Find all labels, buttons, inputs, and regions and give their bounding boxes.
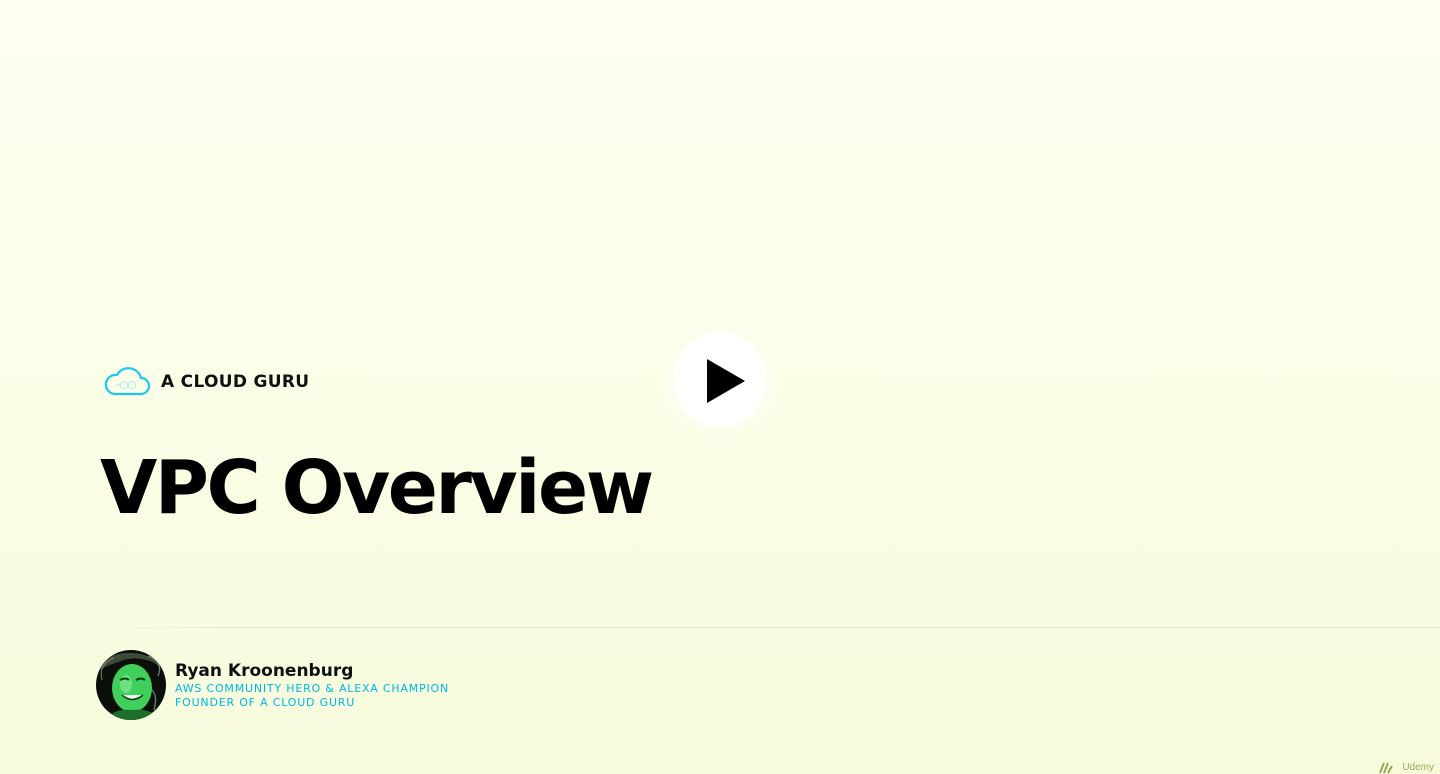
udemy-logo-icon [1379, 762, 1394, 774]
presenter-info: Ryan Kroonenburg AWS COMMUNITY HERO & AL… [96, 650, 449, 720]
brand-name: A CLOUD GURU [161, 372, 310, 392]
udemy-watermark: Udemy [1378, 760, 1434, 774]
presenter-role-line-1: AWS COMMUNITY HERO & ALEXA CHAMPION [175, 682, 450, 695]
avatar [96, 650, 166, 720]
slide-title: VPC Overview [100, 445, 654, 531]
presenter-text: Ryan Kroonenburg AWS COMMUNITY HERO & AL… [175, 650, 449, 710]
presenter-role-line-2: FOUNDER OF A CLOUD GURU [175, 696, 356, 709]
presenter-name: Ryan Kroonenburg [175, 661, 354, 681]
video-slide: A CLOUD GURU VPC Overview Ryan Kroonenbu… [0, 0, 1440, 774]
play-icon [707, 359, 745, 403]
brand-header: A CLOUD GURU [103, 366, 309, 398]
play-button[interactable] [673, 333, 767, 427]
divider [100, 627, 1440, 628]
cloud-icon [104, 367, 151, 396]
watermark-text: Udemy [1402, 762, 1434, 773]
